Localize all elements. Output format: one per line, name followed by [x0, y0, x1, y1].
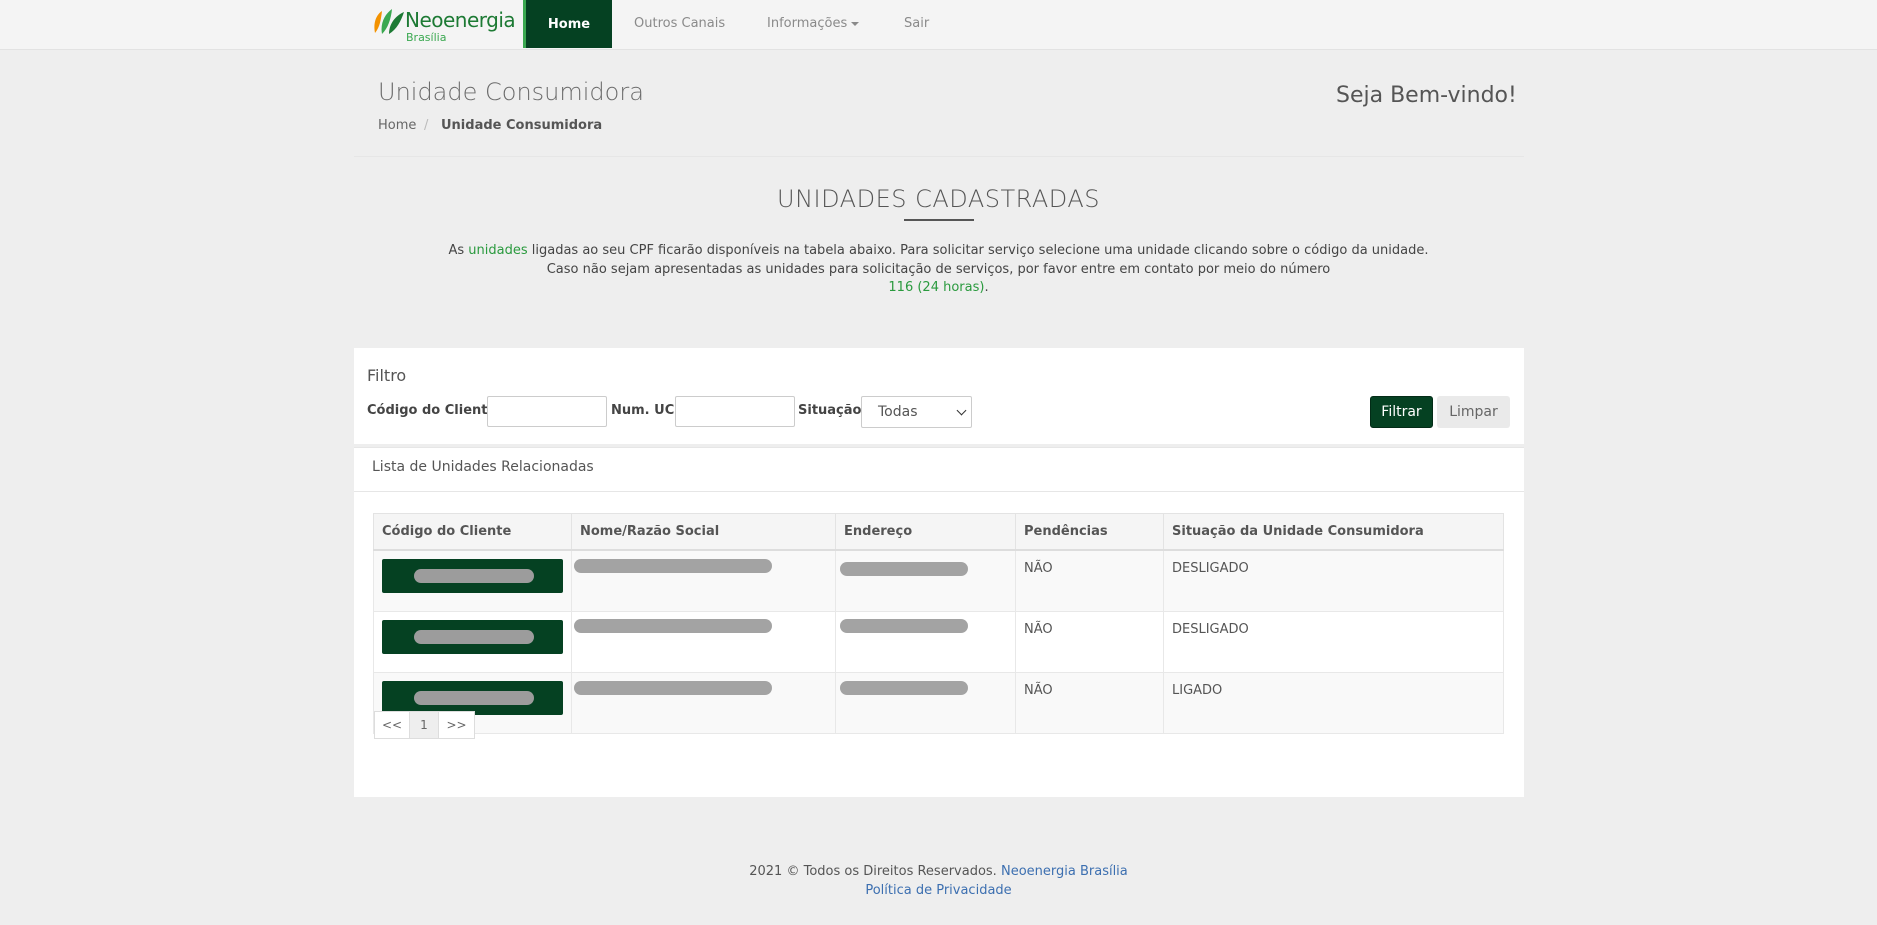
brand-name[interactable]: Neoenergia	[405, 8, 516, 32]
table-row: NÃO LIGADO	[373, 672, 1504, 734]
units-link[interactable]: unidades	[468, 243, 527, 258]
welcome-message: Seja Bem-vindo!	[1336, 83, 1517, 108]
footer-privacy: Política de Privacidade	[0, 883, 1877, 898]
breadcrumb-current: Unidade Consumidora	[441, 118, 603, 133]
info-line-3: 116 (24 horas).	[0, 280, 1877, 295]
neoenergia-logo-icon[interactable]	[372, 7, 406, 35]
info-text: .	[984, 280, 989, 295]
col-pending: Pendências	[1015, 513, 1164, 551]
list-title: Lista de Unidades Relacionadas	[372, 459, 594, 475]
redacted-text	[840, 619, 968, 633]
client-code-input[interactable]	[487, 396, 607, 427]
breadcrumb-separator: /	[424, 118, 429, 133]
status-select[interactable]: Todas	[861, 396, 972, 428]
nav-logout[interactable]: Sair	[904, 16, 929, 31]
redacted-text	[574, 619, 772, 633]
name-cell	[571, 672, 836, 734]
col-name: Nome/Razão Social	[571, 513, 836, 551]
pagination-page[interactable]: 1	[410, 711, 439, 739]
nav-info-dropdown[interactable]: Informações	[767, 16, 860, 31]
header-divider	[354, 156, 1524, 157]
redacted-text	[414, 569, 534, 583]
address-cell	[835, 672, 1016, 734]
page-title: Unidade Consumidora	[378, 78, 644, 106]
redacted-text	[574, 681, 772, 695]
chevron-down-icon	[956, 405, 967, 416]
client-code-button[interactable]	[382, 681, 563, 715]
copyright-text: 2021 © Todos os Direitos Reservados.	[749, 864, 997, 879]
client-code-cell	[373, 549, 572, 612]
company-link[interactable]: Neoenergia Brasília	[1001, 864, 1128, 879]
client-code-cell	[373, 611, 572, 673]
top-navbar	[0, 0, 1877, 50]
name-cell	[571, 611, 836, 673]
phone-number: 116 (24 horas)	[888, 280, 985, 295]
brand-subname: Brasília	[406, 31, 447, 44]
section-title-underline	[904, 219, 974, 221]
client-code-label: Código do Cliente:	[367, 403, 502, 418]
unit-status-cell: DESLIGADO	[1163, 611, 1504, 673]
unit-status-cell: LIGADO	[1163, 672, 1504, 734]
redacted-text	[840, 562, 968, 576]
caret-down-icon	[851, 21, 860, 26]
section-title: UNIDADES CADASTRADAS	[777, 185, 1100, 213]
info-text: ligadas ao seu CPF ficarão disponíveis n…	[527, 243, 1429, 258]
pending-cell: NÃO	[1015, 549, 1164, 612]
info-line-1: As unidades ligadas ao seu CPF ficarão d…	[0, 243, 1877, 258]
table-row: NÃO DESLIGADO	[373, 611, 1504, 673]
units-table: Código do Cliente Nome/Razão Social Ende…	[373, 513, 1504, 734]
breadcrumb-home[interactable]: Home	[378, 118, 416, 133]
info-line-2: Caso não sejam apresentadas as unidades …	[546, 262, 1331, 277]
status-label: Situação:	[798, 403, 867, 418]
clear-button[interactable]: Limpar	[1437, 396, 1510, 428]
redacted-text	[414, 691, 534, 705]
address-cell	[835, 611, 1016, 673]
filter-title: Filtro	[367, 366, 407, 385]
pending-cell: NÃO	[1015, 672, 1164, 734]
status-select-value: Todas	[878, 404, 918, 420]
nav-home[interactable]: Home	[523, 0, 612, 48]
col-client-code: Código do Cliente	[373, 513, 572, 551]
nav-info-label: Informações	[767, 16, 848, 31]
redacted-text	[840, 681, 968, 695]
uc-number-input[interactable]	[675, 396, 795, 427]
filter-button[interactable]: Filtrar	[1370, 396, 1433, 428]
nav-other-channels[interactable]: Outros Canais	[634, 16, 725, 31]
pagination: << 1 >>	[374, 711, 475, 739]
pending-cell: NÃO	[1015, 611, 1164, 673]
name-cell	[571, 549, 836, 612]
col-unit-status: Situação da Unidade Consumidora	[1163, 513, 1504, 551]
list-divider	[354, 491, 1524, 492]
redacted-text	[414, 630, 534, 644]
col-address: Endereço	[835, 513, 1016, 551]
address-cell	[835, 549, 1016, 612]
pagination-next[interactable]: >>	[439, 711, 475, 739]
info-text: As	[448, 243, 469, 258]
privacy-policy-link[interactable]: Política de Privacidade	[865, 883, 1011, 898]
pagination-prev[interactable]: <<	[374, 711, 410, 739]
table-row: NÃO DESLIGADO	[373, 549, 1504, 612]
client-code-button[interactable]	[382, 620, 563, 654]
redacted-text	[574, 559, 772, 573]
unit-status-cell: DESLIGADO	[1163, 549, 1504, 612]
footer-copyright: 2021 © Todos os Direitos Reservados. Neo…	[0, 864, 1877, 879]
uc-number-label: Num. UC:	[611, 403, 680, 418]
table-header-row: Código do Cliente Nome/Razão Social Ende…	[373, 513, 1504, 551]
client-code-button[interactable]	[382, 559, 563, 593]
